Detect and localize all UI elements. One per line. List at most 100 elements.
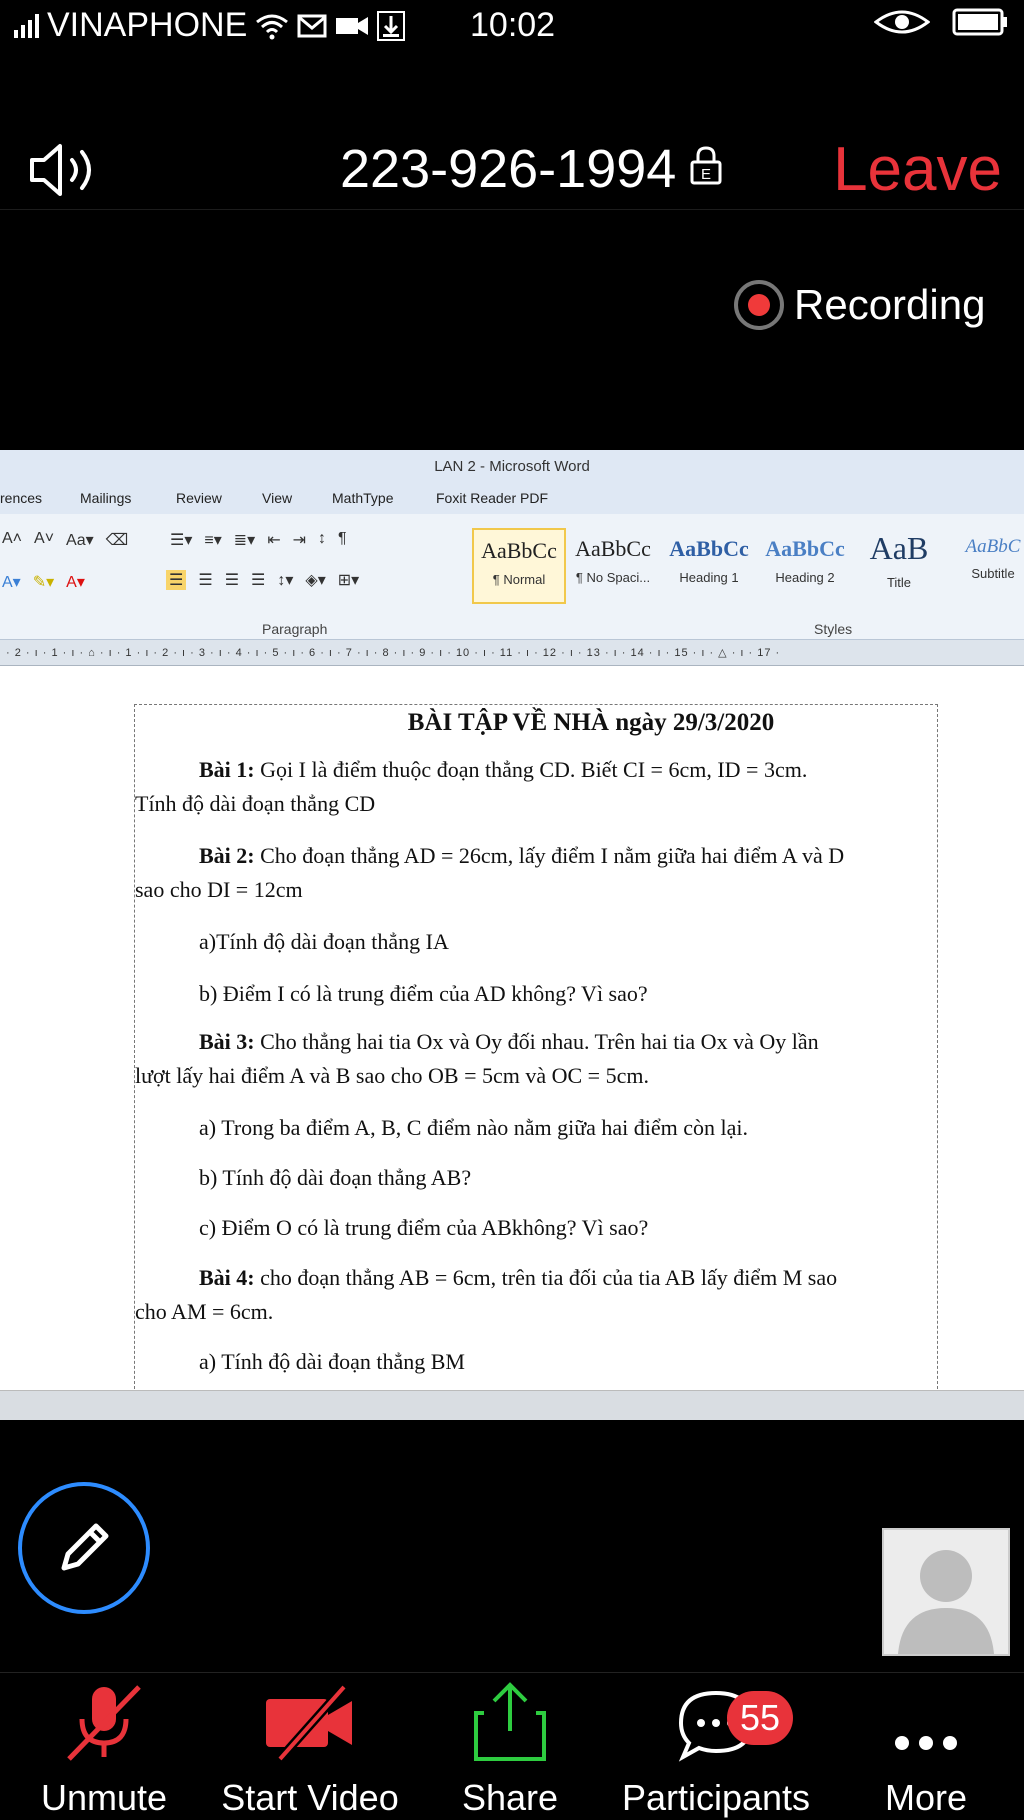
document-canvas: BÀI TẬP VỀ NHÀ ngày 29/3/2020 Bài 1: Gọi… — [0, 666, 1024, 1404]
more-button[interactable]: More — [866, 1673, 986, 1820]
share-button[interactable]: Share — [454, 1673, 566, 1820]
leave-button[interactable]: Leave — [833, 134, 1002, 205]
font-tools-row: A˄ A˅ Aa▾ ⌫ — [2, 530, 128, 550]
style-name: ¶ No Spaci... — [575, 570, 651, 585]
font-color-row: A▾ ✎▾ A▾ — [2, 572, 85, 592]
eye-icon — [874, 10, 930, 34]
start-video-button[interactable]: Start Video — [212, 1673, 408, 1820]
annotate-button[interactable] — [18, 1482, 150, 1614]
exercise-4-label: Bài 4: — [199, 1265, 255, 1290]
status-bar: VINAPHONE 10:02 — [0, 0, 1024, 54]
download-icon — [377, 10, 406, 41]
participants-label: Participants — [621, 1777, 811, 1818]
more-label: More — [884, 1777, 968, 1818]
word-ribbon: A˄ A˅ Aa▾ ⌫ ☰▾ ≡▾ ≣▾ ⇤ ⇥ ↕ ¶ A▾ ✎▾ A▾ ☰ … — [0, 514, 1024, 640]
recording-indicator[interactable]: Recording — [734, 280, 985, 330]
more-dots-icon — [886, 1673, 966, 1763]
exercise-3-line2: lượt lấy hai điểm A và B sao cho OB = 5c… — [135, 1063, 649, 1088]
style-name: Title — [886, 575, 912, 590]
battery-icon — [952, 8, 1007, 36]
line-spacing-icon[interactable]: ↕▾ — [277, 570, 293, 590]
tab-view[interactable]: View — [262, 490, 292, 506]
increase-indent-icon[interactable]: ⇥ — [293, 530, 306, 550]
document-title: BÀI TẬP VỀ NHÀ ngày 29/3/2020 — [407, 709, 775, 736]
style-no-spacing[interactable]: AaBbCc ¶ No Spaci... — [566, 528, 660, 604]
sort-icon[interactable]: ↕ — [318, 530, 326, 550]
justify-icon[interactable]: ☰ — [251, 570, 265, 590]
align-right-icon[interactable]: ☰ — [225, 570, 239, 590]
word-window-title: LAN 2 - Microsoft Word — [0, 450, 1024, 484]
signal-icon — [14, 13, 39, 38]
carrier-name: VINAPHONE — [47, 6, 248, 44]
change-case-icon[interactable]: Aa▾ — [66, 530, 94, 550]
exercise-2-b: b) Điểm I có là trung điểm của AD không?… — [199, 981, 648, 1006]
video-off-icon — [260, 1673, 360, 1763]
document-page[interactable]: BÀI TẬP VỀ NHÀ ngày 29/3/2020 Bài 1: Gọi… — [134, 704, 938, 1404]
tab-mathtype[interactable]: MathType — [332, 490, 393, 506]
style-subtitle[interactable]: AaBbC Subtitle — [946, 528, 1024, 604]
exercise-1-label: Bài 1: — [199, 757, 255, 782]
pilcrow-icon[interactable]: ¶ — [338, 530, 347, 550]
text-effects-icon[interactable]: A▾ — [2, 572, 21, 592]
chat-bubble-icon: 55 — [671, 1673, 793, 1763]
numbering-icon[interactable]: ≡▾ — [204, 530, 221, 550]
grow-font-icon[interactable]: A˄ — [2, 530, 22, 550]
styles-group-label: Styles — [814, 621, 853, 637]
style-sample: AaB — [869, 530, 929, 566]
exercise-2: Bài 2: Cho đoạn thẳng AD = 26cm, lấy điể… — [135, 839, 935, 907]
speaker-icon[interactable] — [28, 140, 102, 200]
shading-icon[interactable]: ◈▾ — [305, 570, 325, 590]
status-right — [874, 8, 1008, 36]
video-camera-icon — [336, 16, 369, 35]
style-name: Heading 2 — [775, 570, 835, 585]
style-name: Heading 1 — [679, 570, 739, 585]
avatar-icon — [898, 1550, 994, 1654]
exercise-4: Bài 4: cho đoạn thẳng AB = 6cm, trên tia… — [135, 1261, 935, 1329]
mail-icon — [297, 14, 327, 37]
style-heading-1[interactable]: AaBbCc Heading 1 — [662, 528, 756, 604]
style-title[interactable]: AaB Title — [852, 528, 946, 604]
participants-count-badge: 55 — [727, 1691, 793, 1745]
tab-review[interactable]: Review — [176, 490, 222, 506]
borders-icon[interactable]: ⊞▾ — [338, 570, 359, 590]
shrink-font-icon[interactable]: A˅ — [34, 530, 54, 550]
meeting-header: 223-926-1994 E Leave — [0, 100, 1024, 210]
font-color-icon[interactable]: A▾ — [66, 572, 85, 592]
style-heading-2[interactable]: AaBbCc Heading 2 — [758, 528, 852, 604]
unmute-label: Unmute — [40, 1777, 168, 1818]
style-sample: AaBbCc — [575, 536, 651, 561]
self-video-tile[interactable] — [882, 1528, 1010, 1656]
share-icon — [470, 1673, 550, 1763]
lock-letter: E — [701, 166, 711, 183]
exercise-4-line2: cho AM = 6cm. — [135, 1299, 274, 1324]
align-left-icon[interactable]: ☰ — [166, 570, 187, 590]
tab-references[interactable]: rences — [0, 490, 42, 506]
wifi-icon — [256, 14, 289, 39]
participants-button[interactable]: 55 Participants — [612, 1673, 820, 1820]
tab-mailings[interactable]: Mailings — [80, 490, 131, 506]
exercise-3-label: Bài 3: — [199, 1029, 255, 1054]
decrease-indent-icon[interactable]: ⇤ — [267, 530, 280, 550]
exercise-3-text: Cho thẳng hai tia Ox và Oy đối nhau. Trê… — [254, 1029, 819, 1054]
ruler[interactable]: · 2 · ı · 1 · ı · ⌂ · ı · 1 · ı · 2 · ı … — [0, 640, 1024, 666]
exercise-3-a: a) Trong ba điểm A, B, C điểm nào nằm gi… — [199, 1115, 749, 1140]
lock-icon: E — [690, 146, 722, 185]
exercise-4-text: cho đoạn thẳng AB = 6cm, trên tia đối củ… — [254, 1265, 838, 1290]
clear-format-icon[interactable]: ⌫ — [106, 530, 129, 550]
clock: 10:02 — [470, 6, 556, 44]
align-center-icon[interactable]: ☰ — [198, 570, 212, 590]
style-normal[interactable]: AaBbCc ¶ Normal — [472, 528, 566, 604]
exercise-2-line2: sao cho DI = 12cm — [135, 877, 303, 902]
share-label: Share — [461, 1777, 559, 1818]
start-video-label: Start Video — [221, 1777, 399, 1818]
style-name: ¶ Normal — [492, 572, 546, 587]
meeting-id: 223-926-1994 — [340, 139, 677, 199]
multilevel-list-icon[interactable]: ≣▾ — [234, 530, 255, 550]
unmute-button[interactable]: Unmute — [34, 1673, 174, 1820]
exercise-3-b: b) Tính độ dài đoạn thẳng AB? — [199, 1165, 472, 1190]
shared-screen: LAN 2 - Microsoft Word rences Mailings R… — [0, 450, 1024, 1420]
style-sample: AaBbCc — [481, 538, 557, 563]
bullets-icon[interactable]: ☰▾ — [170, 530, 192, 550]
highlight-icon[interactable]: ✎▾ — [33, 572, 54, 592]
tab-foxit-reader-pdf[interactable]: Foxit Reader PDF — [436, 490, 548, 506]
